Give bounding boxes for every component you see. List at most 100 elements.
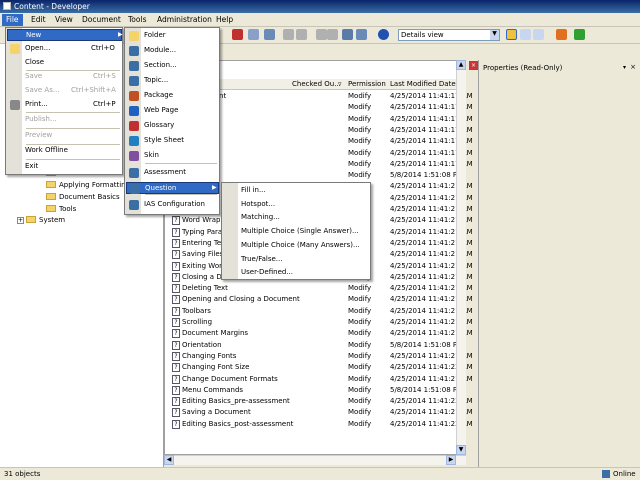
menu-edit[interactable]: Edit [27, 14, 50, 26]
copy-icon[interactable] [248, 29, 259, 40]
tree-item-system[interactable]: + System [17, 216, 65, 227]
list-vertical-scrollbar[interactable]: ▲ ▼ [456, 60, 466, 455]
menu-document[interactable]: Document [78, 14, 125, 26]
menu-item-preview[interactable]: Preview [7, 130, 122, 142]
menu-item-web-page[interactable]: Web Page [126, 105, 219, 117]
menu-item-save[interactable]: Save Ctrl+S [7, 71, 122, 83]
table-row[interactable]: ? Scrolling Modify 4/25/2014 11:41:21 AM [165, 317, 473, 328]
menu-tools[interactable]: Tools [124, 14, 150, 26]
layout-icon[interactable] [506, 29, 517, 40]
row-permission: Modify [348, 171, 372, 180]
outdent-icon[interactable] [327, 29, 338, 40]
menu-item-package[interactable]: Package [126, 90, 219, 102]
layout-split-icon[interactable] [520, 29, 531, 40]
menu-help[interactable]: Help [212, 14, 237, 26]
menu-item-publish[interactable]: Publish... [7, 114, 122, 126]
undo-icon[interactable] [283, 29, 294, 40]
menu-item-question-0[interactable]: Fill in... [223, 185, 370, 197]
menu-item-new[interactable]: New ▶ [7, 29, 123, 41]
find-icon[interactable] [264, 29, 275, 40]
table-row[interactable]: ? Editing Basics_post-assessment Modify 4/2… [165, 419, 473, 430]
menu-item-question[interactable]: Question ▶ [126, 182, 219, 194]
col-checked-out[interactable]: Checked Ou... [292, 80, 341, 88]
row-name: Document Margins [182, 329, 249, 338]
menu-item-ias-configuration[interactable]: IAS Configuration [126, 199, 219, 211]
refresh-icon[interactable] [574, 29, 585, 40]
delete-icon[interactable] [232, 29, 243, 40]
web-page-icon [129, 106, 139, 116]
table-row[interactable]: ? Document Margins Modify 4/25/2014 11:41:2… [165, 328, 473, 339]
table-row[interactable]: ? Change Document Formats Modify 4/25/2014 … [165, 374, 473, 385]
redo-icon[interactable] [296, 29, 307, 40]
menu-item-label: Question [145, 184, 177, 192]
tree-item-applying-formatting[interactable]: Applying Formatting [46, 181, 130, 192]
table-row[interactable]: ? Toolbars Modify 4/25/2014 11:41:21 AM [165, 306, 473, 317]
chevron-down-icon[interactable]: ▼ [490, 30, 499, 40]
scroll-right-icon[interactable]: ▶ [446, 455, 456, 465]
menu-administration[interactable]: Administration [153, 14, 216, 26]
layout-columns-icon[interactable] [533, 29, 544, 40]
menu-item-module[interactable]: Module... [126, 45, 219, 57]
menu-file[interactable]: File [2, 14, 23, 26]
topic-icon: ? [172, 216, 180, 226]
menu-item-section[interactable]: Section... [126, 60, 219, 72]
table-row[interactable]: ? Orientation Modify 5/8/2014 1:51:08 PM [165, 340, 465, 351]
menu-item-question-6[interactable]: User-Defined... [223, 267, 370, 279]
menu-item-assessment[interactable]: Assessment [126, 167, 219, 179]
scroll-left-icon[interactable]: ◀ [164, 455, 174, 465]
menu-item-work-offline[interactable]: Work Offline [7, 145, 122, 157]
menu-item-question-2[interactable]: Matching... [223, 212, 370, 224]
menu-item-open[interactable]: Open... Ctrl+O [7, 43, 122, 55]
menu-item-question-3[interactable]: Multiple Choice (Single Answer)... [223, 226, 370, 238]
scroll-up-icon[interactable]: ▲ [456, 60, 466, 70]
menu-item-question-5[interactable]: True/False... [223, 254, 370, 266]
menu-view[interactable]: View [51, 14, 77, 26]
menu-item-question-4[interactable]: Multiple Choice (Many Answers)... [223, 240, 370, 252]
view-select[interactable]: Details view ▼ [398, 29, 500, 41]
menu-item-print[interactable]: Print... Ctrl+P [7, 99, 122, 111]
topic-icon: ? [172, 250, 180, 260]
pin-icon[interactable]: ▾ [623, 64, 626, 71]
menu-item-folder[interactable]: Folder [126, 30, 219, 42]
properties-icon[interactable] [556, 29, 567, 40]
tree-item-label: Tools [59, 205, 77, 213]
row-permission: Modify [348, 295, 372, 304]
expand-icon[interactable]: + [17, 217, 24, 224]
table-row[interactable]: ? Saving a Document Modify 4/25/2014 11:41:… [165, 407, 473, 418]
menu-item-glossary[interactable]: Glossary [126, 120, 219, 132]
replace-icon[interactable] [356, 29, 367, 40]
menu-item-style-sheet[interactable]: Style Sheet [126, 135, 219, 147]
table-row[interactable]: ? Menu Commands Modify 5/8/2014 1:51:08 PM [165, 385, 465, 396]
row-date: 5/8/2014 1:51:08 PM [390, 171, 464, 180]
binoculars-icon[interactable] [342, 29, 353, 40]
table-row[interactable]: ? Deleting Text Modify 4/25/2014 11:41:21 A… [165, 283, 473, 294]
help-icon[interactable] [378, 29, 389, 40]
row-name: Scrolling [182, 318, 213, 326]
menu-item-skin[interactable]: Skin [126, 150, 219, 162]
menu-item-exit[interactable]: Exit [7, 161, 122, 173]
close-icon[interactable]: × [630, 63, 636, 71]
tree-item-document-basics[interactable]: Document Basics [46, 193, 120, 204]
sort-icon: ▿ [338, 80, 342, 88]
app-icon [3, 2, 11, 10]
table-row[interactable]: ? Editing Basics_pre-assessment Modify 4/25… [165, 396, 473, 407]
menu-item-question-1[interactable]: Hotspot... [223, 199, 370, 211]
scroll-down-icon[interactable]: ▼ [456, 445, 466, 455]
table-row[interactable]: ? Changing Font Size Modify 4/25/2014 11:41… [165, 362, 473, 373]
row-permission: Modify [348, 92, 372, 100]
col-modified[interactable]: Last Modified Date [390, 80, 456, 88]
tree-item-tools[interactable]: Tools [46, 205, 76, 216]
indent-icon[interactable] [316, 29, 327, 40]
col-permission[interactable]: Permission [348, 80, 386, 88]
menu-item-save-as[interactable]: Save As... Ctrl+Shift+A [7, 85, 122, 97]
menu-item-topic[interactable]: Topic... [126, 75, 219, 87]
close-pane-icon[interactable]: × [469, 61, 478, 70]
list-horizontal-scrollbar[interactable]: ◀ ▶ [164, 455, 466, 465]
package-icon [129, 91, 139, 101]
menu-item-label: Style Sheet [144, 136, 185, 144]
menu-item-close[interactable]: Close [7, 57, 122, 69]
row-name: Orientation [182, 340, 222, 349]
row-name: Change Document Formats [182, 374, 278, 383]
table-row[interactable]: ? Opening and Closing a Document Modify 4/2… [165, 294, 473, 305]
table-row[interactable]: ? Changing Fonts Modify 4/25/2014 11:41:21 … [165, 351, 473, 362]
